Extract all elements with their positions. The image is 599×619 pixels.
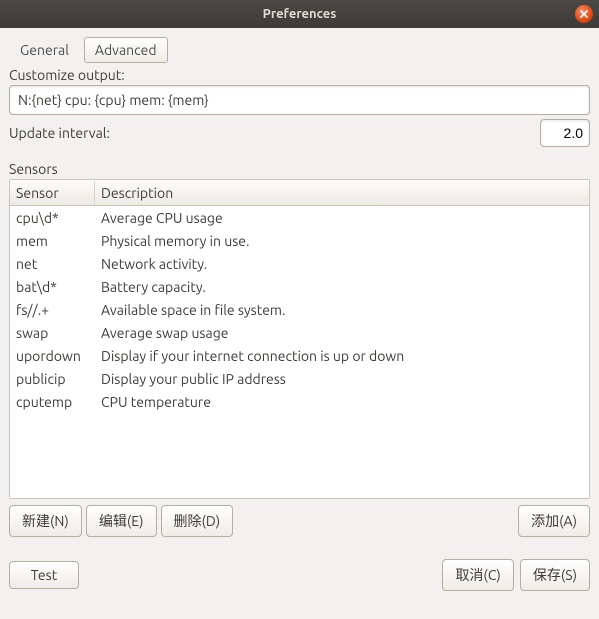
cell-description: Physical memory in use. — [95, 231, 589, 251]
table-row[interactable]: bat\d* Battery capacity. — [10, 275, 589, 298]
cell-sensor: cputemp — [10, 392, 95, 412]
dialog-button-row: Test 取消(C) 保存(S) — [9, 559, 590, 591]
table-row[interactable]: cpu\d* Average CPU usage — [10, 206, 589, 229]
cell-description: Display your public IP address — [95, 369, 589, 389]
table-row[interactable]: mem Physical memory in use. — [10, 229, 589, 252]
content-area: General Advanced Customize output: Updat… — [0, 28, 599, 600]
test-button[interactable]: Test — [9, 561, 79, 589]
tab-bar: General Advanced — [9, 37, 590, 63]
customize-label: Customize output: — [9, 67, 590, 83]
table-row[interactable]: publicip Display your public IP address — [10, 367, 589, 390]
cell-sensor: publicip — [10, 369, 95, 389]
close-button[interactable] — [575, 5, 593, 23]
table-row[interactable]: fs//.+ Available space in file system. — [10, 298, 589, 321]
tab-advanced[interactable]: Advanced — [84, 37, 168, 63]
update-interval-label: Update interval: — [9, 125, 110, 141]
header-description[interactable]: Description — [95, 181, 589, 205]
table-row[interactable]: swap Average swap usage — [10, 321, 589, 344]
cell-description: Battery capacity. — [95, 277, 589, 297]
table-body: cpu\d* Average CPU usage mem Physical me… — [10, 206, 589, 413]
cell-sensor: fs//.+ — [10, 300, 95, 320]
cell-description: Display if your internet connection is u… — [95, 346, 589, 366]
sensor-button-row: 新建(N) 编辑(E) 删除(D) 添加(A) — [9, 505, 590, 537]
cell-sensor: net — [10, 254, 95, 274]
titlebar: Preferences — [0, 0, 599, 28]
table-row[interactable]: net Network activity. — [10, 252, 589, 275]
delete-button[interactable]: 删除(D) — [161, 505, 234, 537]
new-button[interactable]: 新建(N) — [9, 505, 82, 537]
cell-sensor: cpu\d* — [10, 208, 95, 228]
cell-description: CPU temperature — [95, 392, 589, 412]
cell-sensor: swap — [10, 323, 95, 343]
edit-button[interactable]: 编辑(E) — [86, 505, 157, 537]
cell-sensor: bat\d* — [10, 277, 95, 297]
tab-advanced-label: Advanced — [95, 42, 157, 58]
table-row[interactable]: upordown Display if your internet connec… — [10, 344, 589, 367]
customize-output-input[interactable] — [9, 85, 590, 115]
cell-description: Average swap usage — [95, 323, 589, 343]
sensors-title: Sensors — [9, 161, 590, 177]
sensors-table: Sensor Description cpu\d* Average CPU us… — [9, 179, 590, 499]
window-title: Preferences — [263, 7, 337, 21]
cell-description: Average CPU usage — [95, 208, 589, 228]
cell-sensor: mem — [10, 231, 95, 251]
header-sensor[interactable]: Sensor — [10, 181, 95, 205]
table-row[interactable]: cputemp CPU temperature — [10, 390, 589, 413]
cell-description: Network activity. — [95, 254, 589, 274]
tab-general[interactable]: General — [9, 37, 80, 63]
tab-general-label: General — [20, 42, 69, 58]
save-button[interactable]: 保存(S) — [520, 559, 590, 591]
cell-description: Available space in file system. — [95, 300, 589, 320]
close-icon — [580, 10, 588, 18]
cell-sensor: upordown — [10, 346, 95, 366]
table-header: Sensor Description — [10, 180, 589, 206]
add-button[interactable]: 添加(A) — [518, 505, 590, 537]
spacer — [237, 505, 514, 537]
cancel-button[interactable]: 取消(C) — [442, 559, 513, 591]
sensors-group: Sensors Sensor Description cpu\d* Averag… — [9, 161, 590, 537]
update-interval-input[interactable] — [540, 119, 590, 147]
